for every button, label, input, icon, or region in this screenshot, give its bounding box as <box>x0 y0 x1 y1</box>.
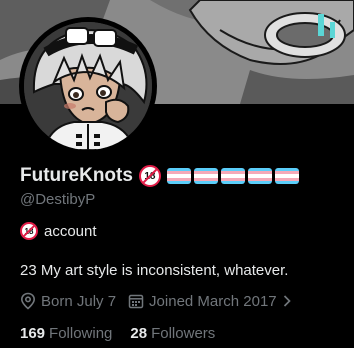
joined-item: Joined March 2017 <box>128 293 292 310</box>
flag-emoji-group <box>166 168 299 184</box>
transgender-flag-icon <box>193 168 218 184</box>
transgender-flag-icon <box>166 168 191 184</box>
followers-label: Followers <box>151 325 216 342</box>
following-count: 169 <box>20 325 46 342</box>
follow-stats: 169 Following 28 Followers <box>20 325 215 342</box>
account-line: 18 account <box>20 222 97 240</box>
user-handle: @DestibyP <box>20 191 96 208</box>
chevron-right-icon[interactable] <box>282 294 292 308</box>
name-badge-text: 18 <box>144 170 156 182</box>
account-badge-text: 18 <box>24 226 34 236</box>
profile-bio: 23 My art style is inconsistent, whateve… <box>20 262 289 279</box>
birthday-item: Born July 7 <box>20 292 116 310</box>
following-label: Following <box>49 325 113 342</box>
avatar[interactable] <box>24 22 152 150</box>
transgender-flag-icon <box>220 168 245 184</box>
transgender-flag-icon <box>274 168 299 184</box>
joined-text: Joined March 2017 <box>149 292 277 310</box>
followers-link[interactable]: 28 Followers <box>130 325 215 342</box>
followers-count: 28 <box>130 325 148 342</box>
no-under-18-icon: 18 <box>138 165 161 187</box>
calendar-icon <box>128 294 144 309</box>
following-link[interactable]: 169 Following <box>20 325 112 342</box>
birthday-text: Born July 7 <box>41 292 117 310</box>
no-under-18-icon: 18 <box>20 222 38 240</box>
display-name: FutureKnots <box>20 165 133 186</box>
profile-meta: Born July 7 Joined March 2017 <box>20 292 292 310</box>
name-row: FutureKnots 18 <box>20 164 299 188</box>
transgender-flag-icon <box>247 168 272 184</box>
avatar-illustration <box>24 22 152 150</box>
account-text: account <box>44 222 97 240</box>
map-pin-icon <box>20 292 36 310</box>
